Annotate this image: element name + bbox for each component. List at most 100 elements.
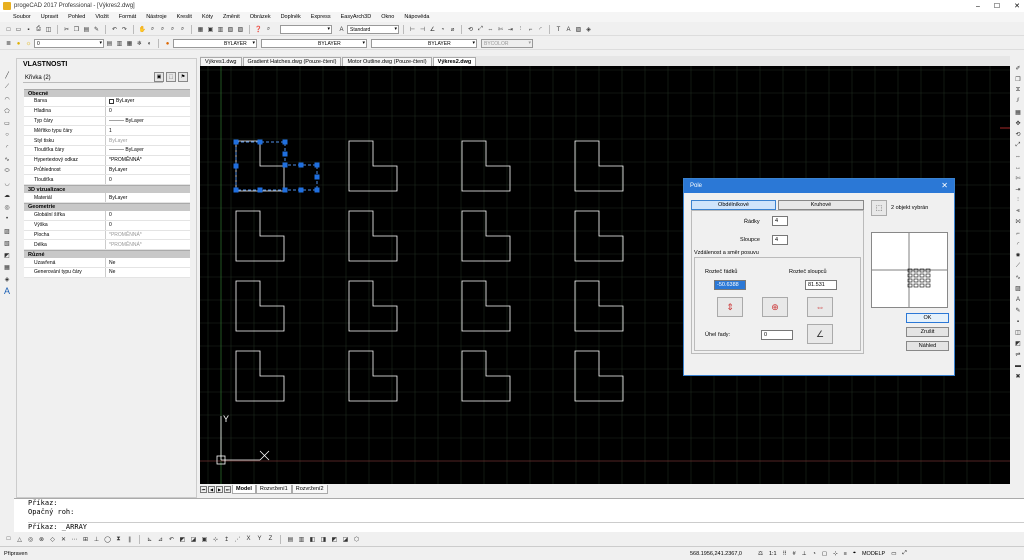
- layer-combo[interactable]: 0: [34, 39, 104, 48]
- fillet-object-icon[interactable]: ◜: [1014, 240, 1022, 249]
- osnap-quadrant-icon[interactable]: ◇: [48, 535, 57, 544]
- pan-icon[interactable]: ✋: [138, 25, 147, 34]
- menu-easyarch3d[interactable]: EasyArch3D: [336, 12, 377, 22]
- property-row[interactable]: Generování typu čáry Ne: [24, 267, 190, 278]
- next-tab-button[interactable]: ▶: [216, 485, 223, 493]
- linetype-combo[interactable]: BYLAYER: [261, 39, 367, 48]
- menu-okno[interactable]: Okno: [376, 12, 399, 22]
- osnap-intersection-icon[interactable]: ✕: [59, 535, 68, 544]
- tablet-icon[interactable]: ▭: [891, 551, 896, 557]
- zoom-window-icon[interactable]: ⌕: [158, 25, 167, 34]
- section-header[interactable]: 3D vizualizace: [24, 185, 190, 194]
- view-left-icon[interactable]: ◧: [308, 535, 317, 544]
- dim-aligned-icon[interactable]: ⊣: [418, 25, 427, 34]
- calculator-icon[interactable]: ▧: [226, 25, 235, 34]
- angle-input[interactable]: 0: [761, 330, 793, 340]
- grips-icon[interactable]: ▪: [1014, 317, 1022, 326]
- section-header[interactable]: Různé: [24, 250, 190, 259]
- osnap-midpoint-icon[interactable]: △: [15, 535, 24, 544]
- ortho-icon[interactable]: ⊥: [802, 551, 807, 557]
- section-header[interactable]: Obecné: [24, 89, 190, 97]
- edit-polyline-icon[interactable]: ⟋: [1014, 262, 1022, 271]
- polyline-icon[interactable]: ⟋: [3, 82, 12, 92]
- array-icon[interactable]: ▦: [1014, 108, 1022, 117]
- etrack-icon[interactable]: ⊹: [833, 551, 838, 557]
- menu-nastroje[interactable]: Nástroje: [141, 12, 171, 22]
- tab-gradient-hatches[interactable]: Gradient Hatches.dwg (Pouze-čtení): [242, 57, 342, 66]
- osnap-insertion-icon[interactable]: ⊞: [81, 535, 90, 544]
- tab-rozvrzeni1[interactable]: Rozvržení1: [255, 484, 292, 494]
- clean-screen-icon[interactable]: ⤢: [902, 550, 906, 557]
- fillet-icon[interactable]: ◜: [536, 25, 545, 34]
- overkill-icon[interactable]: ✖: [1014, 372, 1022, 381]
- break-icon[interactable]: ⫶: [516, 25, 525, 34]
- ucs-object-icon[interactable]: ◪: [189, 535, 198, 544]
- osnap-extension-icon[interactable]: ⋯: [70, 535, 79, 544]
- snap-icon[interactable]: ⠿: [783, 551, 787, 557]
- zoom-previous-icon[interactable]: ⌕: [178, 25, 187, 34]
- property-row[interactable]: Typ čáry ——— ByLayer: [24, 116, 190, 127]
- layer-current-icon[interactable]: ▤: [105, 39, 114, 48]
- chamfer-icon[interactable]: ⌐: [526, 25, 535, 34]
- property-row[interactable]: Tloušťka čáry ——— ByLayer: [24, 145, 190, 156]
- arc2-icon[interactable]: ◜: [3, 142, 12, 152]
- print-icon[interactable]: ⎙: [34, 25, 43, 34]
- osnap-perpendicular-icon[interactable]: ⊥: [92, 535, 101, 544]
- layer-isolate-icon[interactable]: ▦: [125, 39, 134, 48]
- align-icon[interactable]: ⇌: [1014, 350, 1022, 359]
- selection-dropdown[interactable]: Křivka (2): [23, 73, 163, 83]
- spline-icon[interactable]: ∿: [3, 154, 12, 164]
- menu-format[interactable]: Formát: [114, 12, 141, 22]
- ucs-3point-icon[interactable]: ⋰: [233, 535, 242, 544]
- ellipse-icon[interactable]: ⬭: [3, 166, 12, 176]
- ucs-zaxis-icon[interactable]: ↥: [222, 535, 231, 544]
- copy-icon[interactable]: ❐: [72, 25, 81, 34]
- layer-off-icon[interactable]: ◐: [145, 39, 154, 48]
- ucs-face-icon[interactable]: ◩: [178, 535, 187, 544]
- flatten-icon[interactable]: ▬: [1014, 361, 1022, 370]
- search-icon[interactable]: ⌕: [264, 25, 273, 34]
- menu-koty[interactable]: Kóty: [197, 12, 218, 22]
- circle-icon[interactable]: ○: [3, 130, 12, 140]
- tab-vykres2[interactable]: Výkres2.dwg: [432, 57, 477, 66]
- edit-hatch-icon[interactable]: ▨: [1014, 284, 1022, 293]
- cancel-button[interactable]: Zrušit: [906, 327, 949, 337]
- copy-object-icon[interactable]: ❐: [1014, 75, 1022, 84]
- property-value[interactable]: *PROMĚNNÁ*: [106, 157, 142, 163]
- quick-select-icon[interactable]: ⚑: [178, 72, 188, 82]
- join-icon[interactable]: ⨝: [1014, 218, 1022, 227]
- tab-rozvrzeni2[interactable]: Rozvržení2: [291, 484, 328, 494]
- lweight-icon[interactable]: ≡: [844, 551, 847, 557]
- point-icon[interactable]: •: [3, 214, 12, 224]
- property-value[interactable]: *PROMĚNNÁ*: [106, 232, 142, 238]
- scale-icon[interactable]: ⤢: [476, 25, 485, 34]
- line-icon[interactable]: ╱: [3, 70, 12, 80]
- tab-motor-outline[interactable]: Motor Outline.dwg (Pouze-čtení): [342, 57, 432, 66]
- group-icon[interactable]: ◫: [1014, 328, 1022, 337]
- text-style-icon[interactable]: A: [337, 25, 346, 34]
- arc-icon[interactable]: ◠: [3, 94, 12, 104]
- color-combo[interactable]: BYLAYER: [173, 39, 257, 48]
- polar-icon[interactable]: ◔: [812, 551, 815, 557]
- save-icon[interactable]: ▪: [24, 25, 33, 34]
- tab-vykres1[interactable]: Výkres1.dwg: [200, 57, 242, 66]
- menu-zmenit[interactable]: Změnit: [218, 12, 245, 22]
- text-icon[interactable]: T: [554, 25, 563, 34]
- last-tab-button[interactable]: ⏭: [224, 485, 231, 493]
- extend-icon[interactable]: ⇥: [506, 25, 515, 34]
- osnap-endpoint-icon[interactable]: □: [4, 535, 13, 544]
- rows-input[interactable]: 4: [772, 216, 788, 226]
- properties-match-icon[interactable]: ✎: [1014, 306, 1022, 315]
- menu-pohled[interactable]: Pohled: [63, 12, 90, 22]
- pick-row-offset-icon[interactable]: ⇕: [717, 297, 743, 317]
- scale-object-icon[interactable]: ⤢: [1014, 141, 1022, 150]
- tool-palettes-icon[interactable]: ▥: [216, 25, 225, 34]
- ucs-prev-icon[interactable]: ↶: [167, 535, 176, 544]
- dim-angular-icon[interactable]: ∠: [428, 25, 437, 34]
- property-value[interactable]: ——— ByLayer: [106, 118, 144, 124]
- explode-icon[interactable]: ✸: [1014, 251, 1022, 260]
- properties-icon[interactable]: ▦: [196, 25, 205, 34]
- break-object-icon[interactable]: ⫷: [1014, 207, 1022, 216]
- property-value[interactable]: ——— ByLayer: [106, 147, 144, 153]
- view-top-icon[interactable]: ▤: [286, 535, 295, 544]
